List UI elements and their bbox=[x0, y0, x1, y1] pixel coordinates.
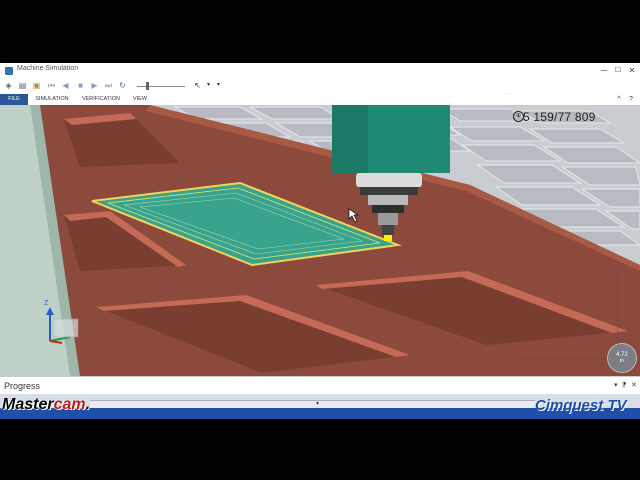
quick-access-toolbar: ◈ ▤ ▣ ⏮ ◀ ■ ▶ ⏭ ↻ ↖ ▾ ▾ bbox=[0, 79, 640, 109]
mastercam-logo: Mastercam. bbox=[2, 396, 91, 413]
speed-slider-thumb[interactable] bbox=[146, 82, 149, 90]
chevron-down-icon: ▾ bbox=[316, 401, 320, 407]
coordinate-readout: 5 159/77 809 bbox=[523, 110, 596, 124]
simulation-viewport[interactable]: Z ⊕ 5 159/77 809 4.72 in bbox=[0, 105, 640, 376]
loop-icon[interactable]: ↻ bbox=[118, 81, 127, 90]
play-icon[interactable]: ▶ bbox=[90, 81, 99, 90]
help-icon[interactable]: ? bbox=[626, 94, 636, 105]
progress-panel: Progress ▾ ⁋ ✕ bbox=[0, 376, 640, 395]
minimize-button[interactable]: ─ bbox=[598, 64, 610, 77]
zoom-unit: in bbox=[620, 358, 624, 364]
tab-verification[interactable]: VERIFICATION bbox=[80, 94, 122, 105]
maximize-button[interactable]: ☐ bbox=[612, 64, 624, 77]
tab-simulation[interactable]: SIMULATION bbox=[32, 94, 72, 105]
app-icon bbox=[5, 67, 13, 75]
progress-pin-icon[interactable]: ▾ bbox=[614, 381, 618, 389]
tab-view[interactable]: VIEW bbox=[128, 94, 152, 105]
close-button[interactable]: ✕ bbox=[626, 64, 638, 77]
stop-icon[interactable]: ■ bbox=[76, 81, 85, 90]
speed-slider[interactable] bbox=[137, 86, 185, 87]
step-forward-icon[interactable]: ⏭ bbox=[104, 81, 113, 90]
zoom-dial[interactable]: 4.72 in bbox=[607, 343, 637, 373]
menu-icon[interactable]: ◈ bbox=[4, 81, 13, 90]
step-back-icon[interactable]: ◀ bbox=[61, 81, 70, 90]
dropdown-icon[interactable]: ▾ bbox=[204, 81, 213, 90]
tab-file[interactable]: FILE bbox=[0, 94, 28, 105]
title-bar[interactable]: Machine Simulation ─ ☐ ✕ bbox=[0, 63, 640, 79]
z-axis-label: Z bbox=[44, 300, 49, 307]
customize-icon[interactable]: ▾ bbox=[214, 81, 223, 90]
progress-close-icon[interactable]: ✕ bbox=[631, 381, 637, 389]
video-footer-banner: ▾ Mastercam. Cimquest TV bbox=[0, 394, 640, 419]
cimquest-tv-logo: Cimquest TV bbox=[535, 397, 627, 414]
progress-label: Progress bbox=[4, 381, 41, 391]
rewind-icon[interactable]: ⏮ bbox=[47, 81, 56, 90]
pointer-icon[interactable]: ↖ bbox=[193, 81, 202, 90]
window-title: Machine Simulation bbox=[17, 65, 79, 72]
machine-simulation-window: Machine Simulation ─ ☐ ✕ ◈ ▤ ▣ ⏮ ◀ ■ ▶ ⏭… bbox=[0, 63, 640, 395]
progress-dock-icon[interactable]: ⁋ bbox=[622, 381, 626, 389]
open-icon[interactable]: ▤ bbox=[18, 81, 27, 90]
collapse-ribbon-icon[interactable]: ^ bbox=[614, 94, 624, 105]
save-icon[interactable]: ▣ bbox=[32, 81, 41, 90]
machine-scene: Z bbox=[0, 105, 640, 376]
